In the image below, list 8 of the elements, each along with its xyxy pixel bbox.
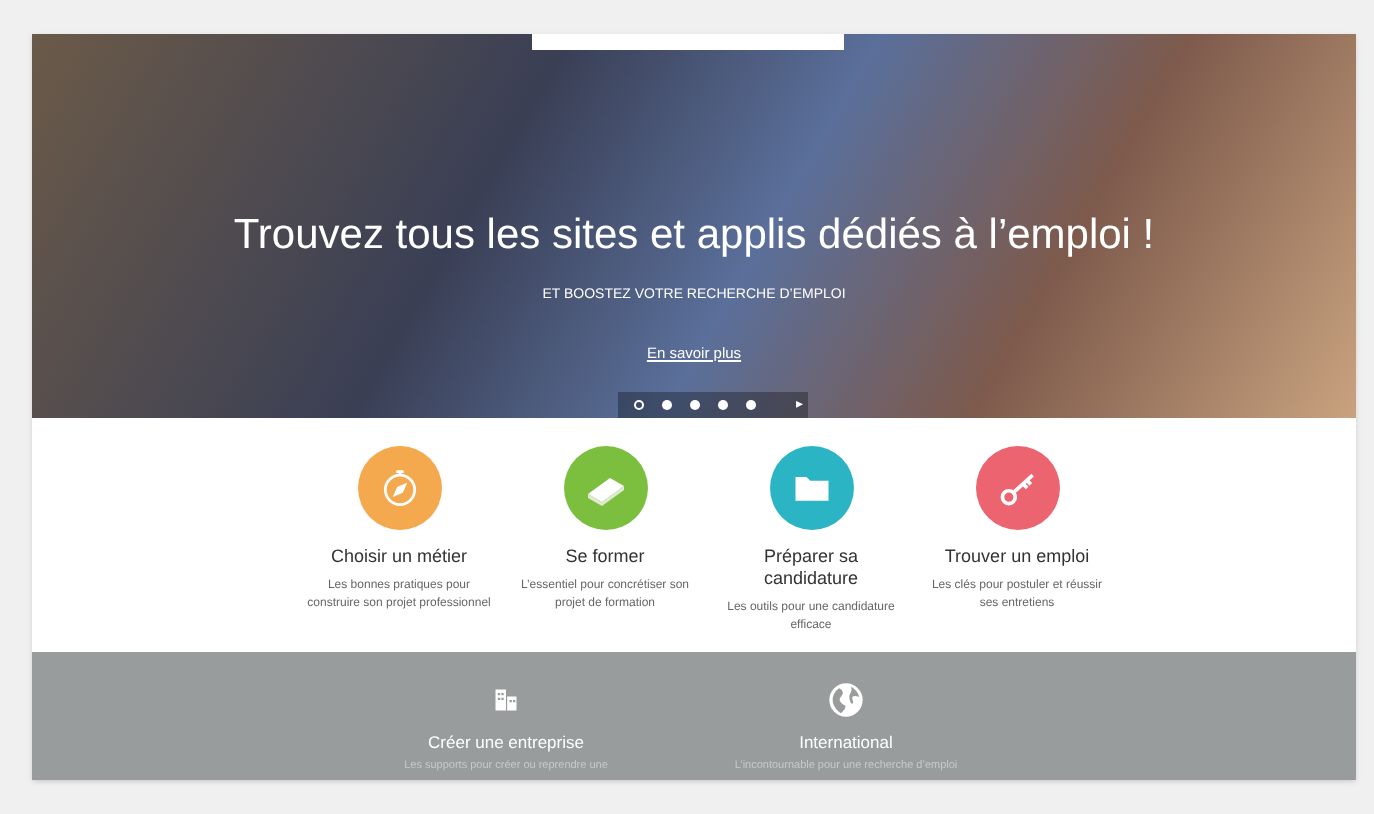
building-icon	[492, 686, 520, 714]
globe-icon	[826, 680, 866, 720]
feature-title[interactable]: Trouver un emploi	[924, 546, 1110, 568]
feature-title[interactable]: Choisir un métier	[310, 546, 488, 568]
hero-title: Trouvez tous les sites et applis dédiés à l’emploi !	[233, 210, 1155, 262]
circle-badge[interactable]	[975, 446, 1059, 530]
feature-title[interactable]: Se former	[545, 546, 665, 568]
feature-title[interactable]: Préparer sa candidature	[708, 546, 914, 590]
